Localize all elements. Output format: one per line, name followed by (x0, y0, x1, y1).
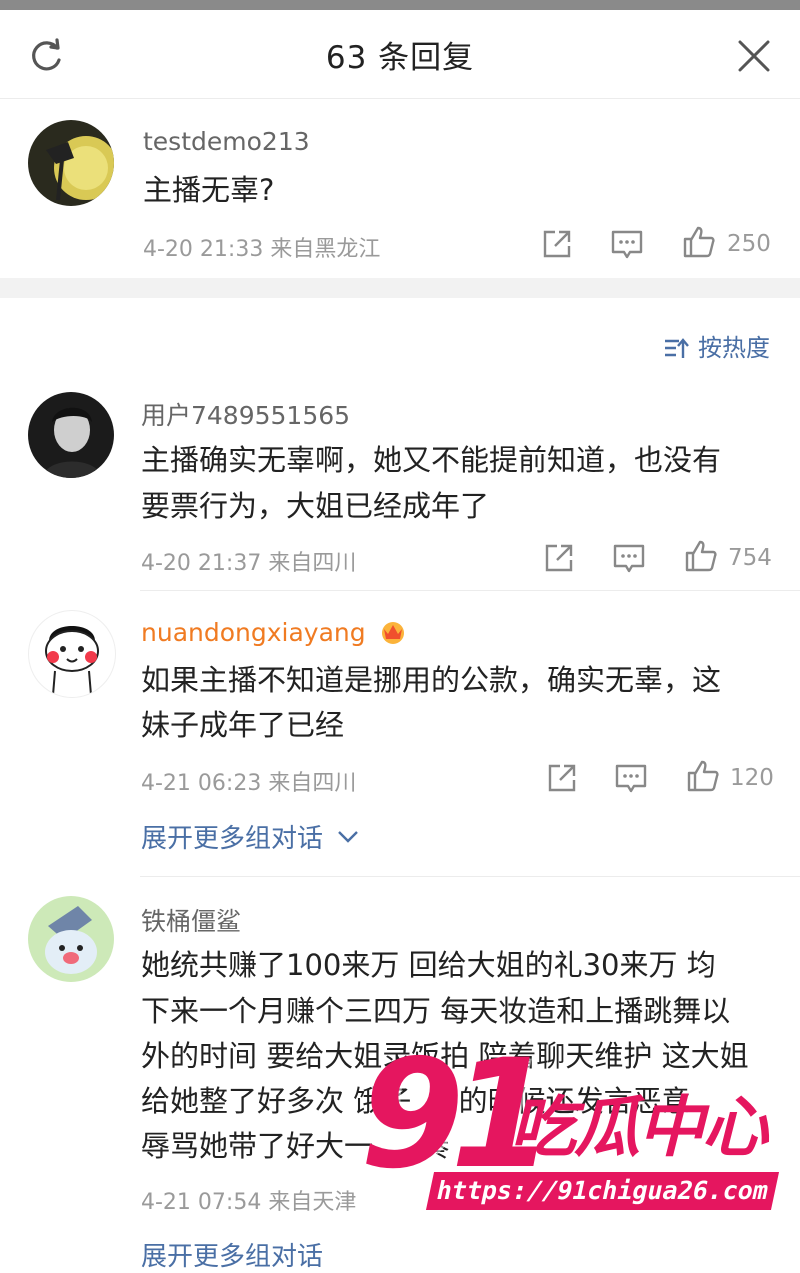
comment-icon[interactable] (610, 227, 644, 261)
avatar[interactable] (28, 392, 114, 478)
vip-crown-icon (381, 622, 404, 644)
status-strip (0, 0, 800, 10)
avatar-cartoon-image (45, 906, 97, 974)
watermark-url: https://91chigua26.com (425, 1172, 780, 1210)
reply-meta: 4-21 06:23 来自四川 (141, 771, 357, 796)
reply-meta: 4-21 07:54 来自天津 (141, 1190, 357, 1215)
comment-icon[interactable] (612, 541, 646, 575)
reply-text-line: 主播确实无辜啊，她又不能提前知道，也没有 (141, 443, 722, 477)
reply-text-line: 妹子成年了已经 (141, 708, 345, 742)
chevron-down-icon (338, 831, 359, 843)
reply-text-line: 如果主播不知道是挪用的公款，确实无辜，这 (141, 663, 722, 697)
avatar[interactable] (28, 120, 114, 206)
reply-meta: 4-20 21:37 来自四川 (141, 551, 357, 576)
divider (140, 876, 800, 877)
reply-text-line: 要票行为，大姐已经成年了 (141, 489, 490, 523)
share-icon[interactable] (542, 541, 576, 575)
username[interactable]: 用户7489551565 (141, 396, 350, 432)
avatar-portrait-image (42, 407, 102, 478)
section-divider (0, 278, 800, 298)
sort-button[interactable]: 按热度 (664, 328, 770, 363)
reply-text-line: 她统共赚了100来万 回给大姐的礼30来万 均 (141, 948, 716, 982)
page-title: 63 条回复 (325, 40, 475, 76)
like-icon[interactable] (682, 225, 716, 259)
like-icon[interactable] (686, 759, 720, 793)
username[interactable]: 铁桶僵鲨 (141, 902, 241, 938)
username-text: nuandongxiayang (141, 618, 366, 647)
sort-icon (665, 338, 689, 358)
avatar-cartoon-image (45, 626, 99, 696)
sort-label: 按热度 (698, 334, 770, 362)
expand-label: 展开更多组对话 (141, 824, 324, 854)
username[interactable]: nuandongxiayang (141, 617, 408, 647)
divider (140, 590, 800, 591)
share-icon[interactable] (545, 761, 579, 795)
expand-label: 展开更多组对话 (141, 1242, 324, 1272)
username[interactable]: testdemo213 (143, 127, 310, 156)
avatar-lamp-image (46, 136, 114, 201)
like-count: 120 (730, 765, 774, 791)
like-icon[interactable] (684, 539, 718, 573)
avatar[interactable] (28, 610, 116, 698)
share-icon[interactable] (540, 227, 574, 261)
like-count: 754 (728, 545, 772, 571)
replies-header: 63 条回复 (0, 10, 800, 99)
comment-meta: 4-20 21:33 来自黑龙江 (143, 237, 381, 262)
comment-icon[interactable] (614, 761, 648, 795)
like-count: 250 (727, 231, 771, 257)
avatar[interactable] (28, 896, 114, 982)
close-icon[interactable] (736, 38, 772, 74)
watermark-logo-text: 吃瓜中心 (510, 1089, 768, 1166)
comment-text: 主播无辜? (143, 173, 275, 207)
expand-more-button[interactable]: 展开更多组对话 (141, 1236, 323, 1273)
expand-more-button[interactable]: 展开更多组对话 (141, 818, 359, 855)
